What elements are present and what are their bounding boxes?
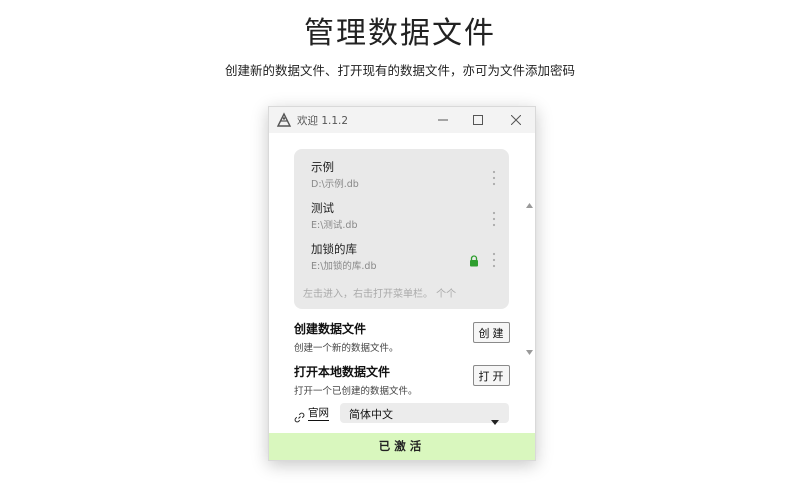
language-value: 简体中文 — [349, 408, 393, 421]
file-name: 加锁的库 — [311, 242, 357, 256]
file-name: 测试 — [311, 201, 334, 215]
create-button[interactable]: 创建 — [473, 322, 510, 343]
page-subtitle: 创建新的数据文件、打开现有的数据文件，亦可为文件添加密码 — [224, 63, 575, 78]
create-title: 创建数据文件 — [294, 322, 367, 336]
website-link-label[interactable]: 官网 — [308, 407, 329, 421]
close-icon[interactable] — [506, 110, 526, 130]
list-item[interactable]: 测试 E:\测试.db — [311, 200, 501, 236]
maximize-icon[interactable] — [468, 110, 488, 130]
file-path: D:\示例.db — [311, 179, 359, 190]
activation-status-bar[interactable]: 已激活 — [269, 433, 535, 460]
scroll-down-icon[interactable] — [526, 340, 533, 359]
list-hint: 左击进入，右击打开菜单栏。 个个 — [303, 289, 457, 300]
lock-icon — [469, 252, 479, 267]
more-vertical-icon[interactable] — [491, 210, 497, 228]
create-description: 创建一个新的数据文件。 — [294, 343, 399, 354]
create-section: 创建数据文件 创建一个新的数据文件。 创建 — [294, 320, 510, 356]
recent-files-list[interactable]: 示例 D:\示例.db 测试 E:\测试.db 加锁的库 E:\加锁的库.db — [294, 149, 533, 355]
open-title: 打开本地数据文件 — [294, 365, 391, 379]
open-section: 打开本地数据文件 打开一个已创建的数据文件。 打开 — [294, 363, 510, 399]
minimize-icon[interactable] — [433, 110, 453, 130]
window-titlebar[interactable]: 欢迎 1.1.2 — [269, 107, 535, 133]
list-item[interactable]: 示例 D:\示例.db — [311, 159, 501, 195]
more-vertical-icon[interactable] — [491, 251, 497, 269]
open-button[interactable]: 打开 — [473, 365, 510, 386]
list-item[interactable]: 加锁的库 E:\加锁的库.db — [311, 241, 501, 277]
app-logo-icon — [276, 112, 292, 128]
file-path: E:\测试.db — [311, 220, 358, 231]
file-path: E:\加锁的库.db — [311, 261, 377, 272]
welcome-window: 欢迎 1.1.2 示例 D:\示例.db 测试 E:\测试.db 加锁的库 E:… — [268, 106, 536, 461]
page-title: 管理数据文件 — [304, 16, 496, 51]
window-title: 欢迎 1.1.2 — [297, 115, 349, 127]
language-select[interactable]: 简体中文 — [340, 403, 509, 425]
link-icon — [294, 408, 305, 423]
file-name: 示例 — [311, 160, 334, 174]
more-vertical-icon[interactable] — [491, 169, 497, 187]
open-description: 打开一个已创建的数据文件。 — [294, 386, 418, 397]
chevron-down-icon — [491, 410, 499, 429]
scroll-up-icon[interactable] — [526, 193, 533, 212]
